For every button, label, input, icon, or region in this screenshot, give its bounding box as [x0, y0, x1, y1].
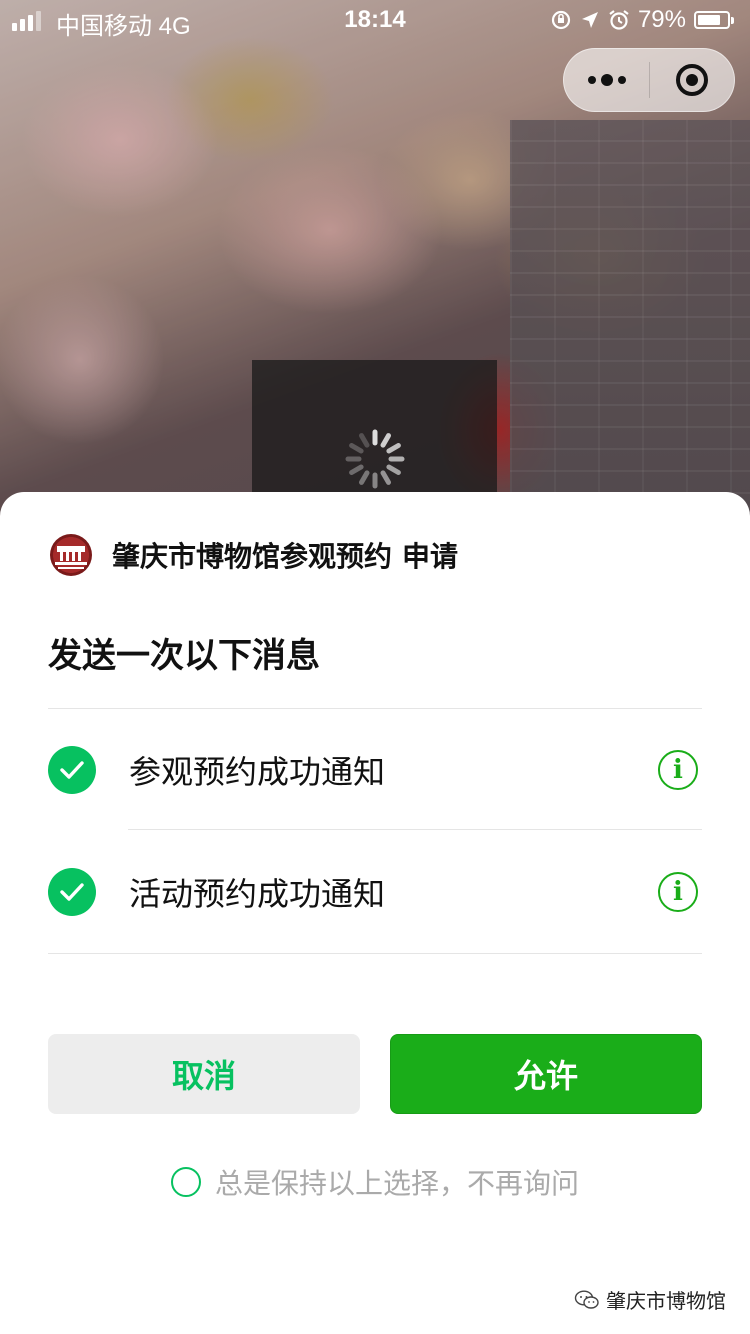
checkmark-icon[interactable] [48, 746, 96, 794]
wechat-icon [574, 1289, 599, 1309]
info-icon[interactable]: i [658, 750, 698, 790]
option-visit-notice[interactable]: 参观预约成功通知 i [48, 730, 702, 810]
status-bar: 中国移动 4G 18:14 79% [0, 0, 750, 40]
remember-radio[interactable] [170, 1167, 201, 1197]
app-name: 肇庆市博物馆参观预约 [112, 540, 393, 573]
status-right-group: 79% [550, 6, 734, 34]
remember-label: 总是保持以上选择，不再询问 [214, 1167, 579, 1200]
divider-middle [128, 829, 702, 830]
sheet-title: 发送一次以下消息 [48, 636, 320, 676]
dot-icon [617, 76, 626, 84]
allow-button[interactable]: 允许 [390, 1034, 702, 1114]
checkmark-icon[interactable] [48, 868, 96, 916]
miniprogram-capsule [563, 48, 735, 112]
more-options-button[interactable] [564, 48, 649, 112]
remember-choice-row[interactable]: 总是保持以上选择，不再询问 [0, 1162, 750, 1202]
battery-fill [698, 15, 720, 25]
dot-icon [600, 74, 613, 86]
cancel-button[interactable]: 取消 [48, 1034, 360, 1114]
divider-top [48, 708, 702, 709]
battery-icon [694, 11, 734, 29]
location-arrow-icon [581, 12, 598, 28]
wechat-watermark: 肇庆市博物馆 [574, 1285, 726, 1314]
screen: 中国移动 4G 18:14 79% 肇庆市博物馆参观预约 申请 发送一次以下消息… [0, 0, 750, 1334]
loading-spinner-icon [345, 429, 405, 489]
alarm-clock-icon [609, 10, 629, 30]
divider-bottom [48, 953, 702, 954]
option-label: 活动预约成功通知 [129, 875, 386, 913]
orientation-lock-icon [551, 10, 571, 30]
battery-percentage: 79% [637, 6, 686, 33]
dot-icon [587, 76, 596, 84]
subscribe-message-sheet: 肇庆市博物馆参观预约 申请 发送一次以下消息 参观预约成功通知 i 活动预约成功… [0, 492, 750, 1334]
watermark-text: 肇庆市博物馆 [606, 1289, 726, 1313]
info-icon[interactable]: i [658, 872, 698, 912]
option-label: 参观预约成功通知 [129, 753, 386, 791]
museum-logo-icon [50, 534, 92, 576]
option-event-notice[interactable]: 活动预约成功通知 i [48, 852, 702, 932]
close-miniprogram-button[interactable] [650, 48, 734, 112]
request-verb: 申请 [402, 540, 459, 573]
close-target-icon [675, 64, 708, 96]
app-header: 肇庆市博物馆参观预约 申请 [50, 534, 458, 576]
